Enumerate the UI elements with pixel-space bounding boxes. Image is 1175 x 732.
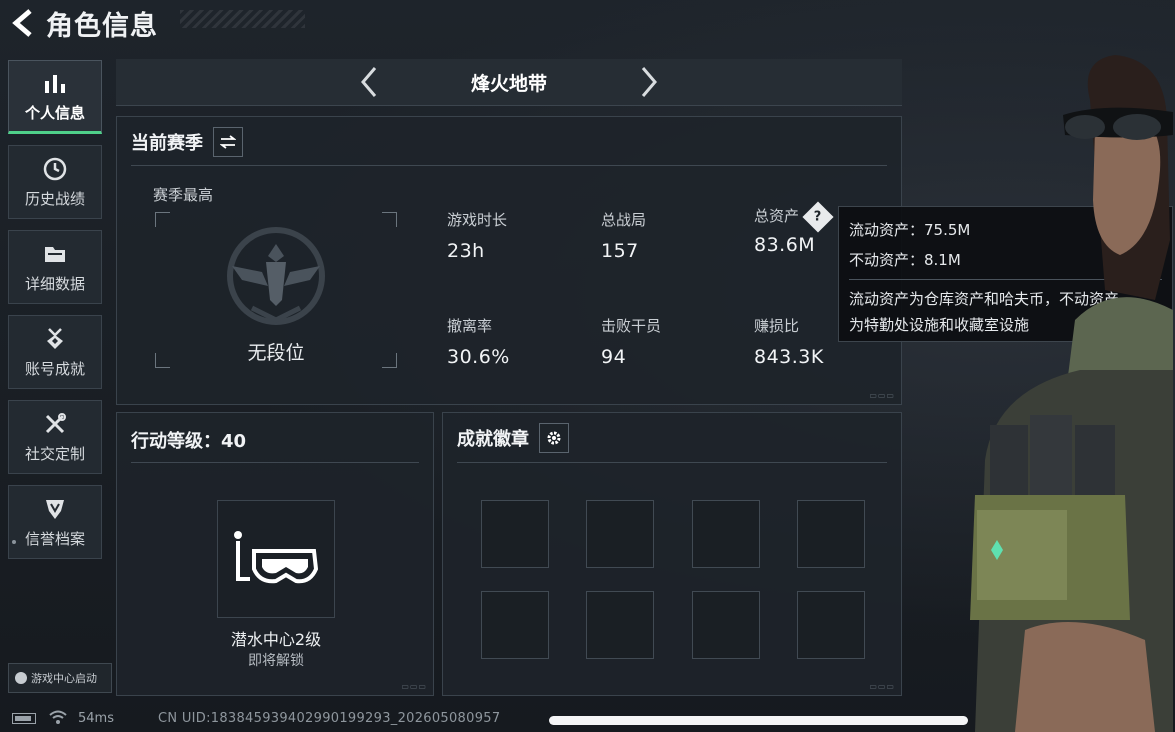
- sidebar-item-achievements[interactable]: 账号成就: [8, 315, 102, 389]
- header-decoration: [180, 10, 305, 28]
- rank-name: 无段位: [247, 342, 305, 364]
- rank-label: 赛季最高: [153, 186, 214, 204]
- achievement-badges-panel: 成就徽章 ▭▭▭: [442, 412, 902, 696]
- tools-icon: [42, 411, 68, 437]
- badge-slot[interactable]: [481, 591, 549, 659]
- stat-total-assets: 总资产? 83.6M: [754, 200, 834, 256]
- prev-mode-button[interactable]: [349, 62, 389, 102]
- chevron-left-icon: [361, 67, 377, 97]
- badge-settings-button[interactable]: [539, 423, 569, 453]
- shield-icon: [42, 496, 68, 522]
- history-clock-icon: [42, 156, 68, 182]
- wifi-icon: [49, 710, 67, 724]
- game-center-button[interactable]: 游戏中心启动: [8, 663, 112, 693]
- chevron-right-icon: [641, 67, 657, 97]
- back-arrow-icon: [12, 9, 32, 37]
- corner-mark: ▭▭▭: [869, 682, 895, 691]
- stat-play-time: 游戏时长 23h: [447, 211, 508, 262]
- sidebar-item-label: 历史战绩: [24, 189, 85, 208]
- rank-emblem-icon: [227, 227, 325, 325]
- badge-slot[interactable]: [692, 500, 760, 568]
- diving-mask-icon: [234, 531, 319, 584]
- game-center-label: 游戏中心启动: [31, 672, 97, 685]
- sidebar-item-label: 账号成就: [24, 359, 85, 378]
- sidebar-item-label: 详细数据: [24, 274, 85, 293]
- stat-operators-defeated: 击败干员 94: [601, 317, 662, 368]
- rank-box: 无段位: [155, 212, 397, 368]
- badge-slot[interactable]: [797, 591, 865, 659]
- header: 角色信息: [0, 0, 420, 46]
- sidebar-item-label: 信誉档案: [24, 529, 85, 548]
- corner-mark: ▭▭▭: [401, 682, 427, 691]
- badge-slot[interactable]: [481, 500, 549, 568]
- decorative-dot: [12, 540, 16, 544]
- facility-name: 潜水中心2级: [230, 630, 322, 649]
- corner-mark: ▭▭▭: [869, 391, 895, 400]
- stat-total-matches: 总战局 157: [601, 211, 647, 262]
- penguin-icon: [15, 672, 27, 684]
- sidebar-item-label: 社交定制: [24, 444, 85, 463]
- ping-text: 54ms: [78, 711, 114, 726]
- medal-icon: [42, 326, 68, 352]
- switch-season-button[interactable]: [213, 127, 243, 157]
- gear-icon: [547, 431, 561, 445]
- uid-text: CN UID:1838459394029901992​93_2026050809…: [158, 711, 501, 726]
- action-level-title: 行动等级：40: [131, 431, 247, 452]
- bar-chart-icon: [42, 70, 68, 96]
- badge-slot[interactable]: [797, 500, 865, 568]
- sidebar-item-detail-data[interactable]: 详细数据: [8, 230, 102, 304]
- back-button[interactable]: [0, 0, 46, 46]
- stat-profit-loss-ratio: 赚损比 843.3K: [754, 317, 824, 368]
- facility-card[interactable]: [217, 500, 335, 618]
- badge-slot[interactable]: [586, 591, 654, 659]
- mode-selector: 烽火地带: [116, 59, 902, 106]
- sidebar-item-personal-info[interactable]: 个人信息: [8, 60, 102, 134]
- divider: [457, 462, 887, 463]
- badge-slot[interactable]: [586, 500, 654, 568]
- season-title: 当前赛季: [131, 133, 203, 154]
- home-indicator[interactable]: [549, 716, 968, 725]
- season-panel: 当前赛季 赛季最高 无段位 游戏时长 23h 总战局 157 总资产? 83.6…: [116, 116, 902, 405]
- stat-extraction-rate: 撤离率 30.6%: [447, 317, 510, 368]
- divider: [131, 462, 419, 463]
- page-title: 角色信息: [46, 10, 158, 42]
- sidebar-item-social[interactable]: 社交定制: [8, 400, 102, 474]
- divider: [131, 165, 887, 166]
- sidebar-item-history[interactable]: 历史战绩: [8, 145, 102, 219]
- next-mode-button[interactable]: [629, 62, 669, 102]
- sidebar-item-label: 个人信息: [24, 103, 85, 122]
- action-level-panel: 行动等级：40 潜水中心2级 即将解锁 ▭▭▭: [116, 412, 434, 696]
- battery-icon: [12, 713, 36, 724]
- help-icon[interactable]: ?: [802, 200, 834, 233]
- sidebar-item-reputation[interactable]: 信誉档案: [8, 485, 102, 559]
- badge-slot[interactable]: [692, 591, 760, 659]
- facility-status: 即将解锁: [248, 653, 304, 669]
- operator-character-image: [970, 55, 1173, 732]
- folder-icon: [42, 241, 68, 267]
- swap-icon: [220, 135, 236, 149]
- mode-title: 烽火地带: [470, 72, 547, 95]
- sidebar: 个人信息 历史战绩 详细数据 账号成就 社交定制 信誉档案: [8, 60, 104, 570]
- badges-title: 成就徽章: [457, 429, 529, 450]
